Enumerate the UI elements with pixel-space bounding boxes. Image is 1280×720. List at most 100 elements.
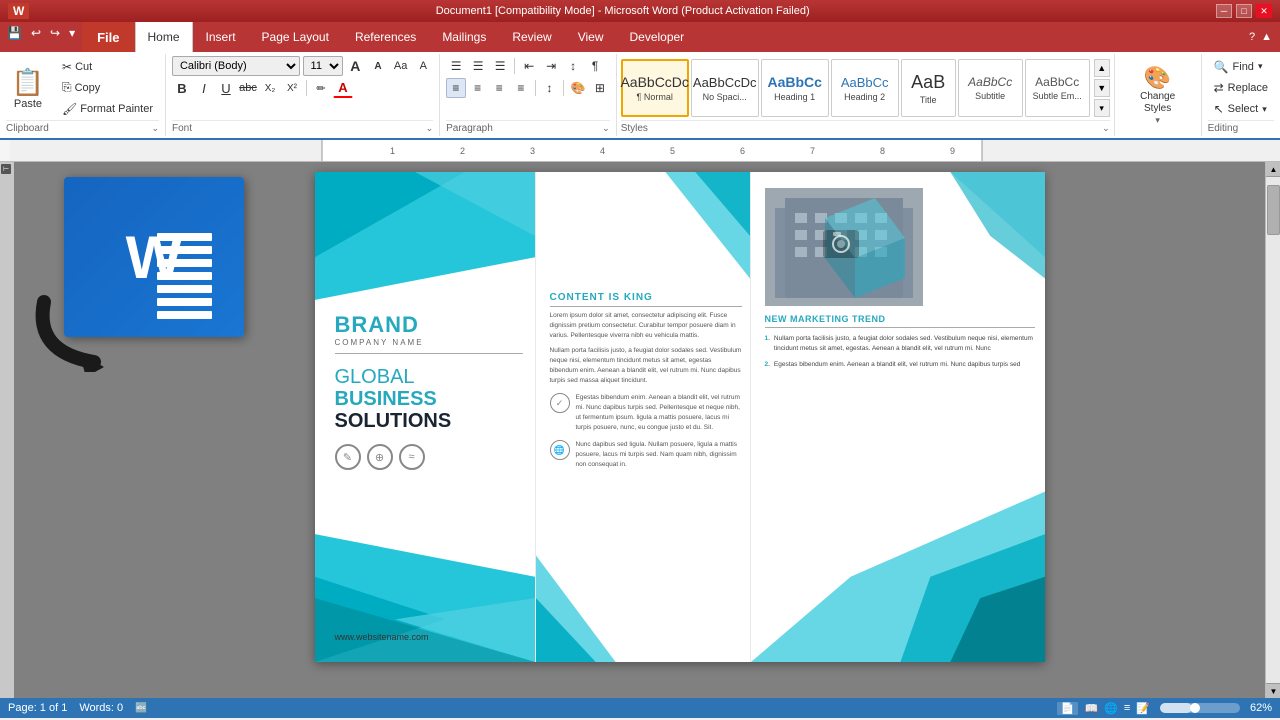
- clipboard-expand[interactable]: ⌄: [151, 123, 159, 134]
- left-panel-content: BRAND COMPANY NAME GLOBAL BUSINESS SOLUT…: [335, 312, 523, 470]
- redo-qa-button[interactable]: ↪: [47, 24, 63, 42]
- customize-qa-button[interactable]: ▾: [66, 24, 78, 42]
- scroll-up-button[interactable]: ▲: [1266, 162, 1280, 177]
- brochure-right-panel: NEW MARKETING TREND 1. Nullam porta faci…: [750, 172, 1045, 662]
- tab-view[interactable]: View: [565, 22, 617, 52]
- scroll-track[interactable]: [1266, 177, 1280, 683]
- line-spacing-button[interactable]: ↕: [540, 78, 560, 98]
- copy-button[interactable]: ⎘ Copy: [56, 78, 159, 98]
- view-outline-btn[interactable]: ≡: [1124, 702, 1130, 714]
- style-heading2[interactable]: AaBbCc Heading 2: [831, 59, 899, 117]
- style-subtitle[interactable]: AaBbCc Subtitle: [958, 59, 1023, 117]
- find-button[interactable]: 🔍 Find ▾: [1208, 57, 1274, 77]
- styles-expand[interactable]: ⌄: [1102, 123, 1110, 134]
- borders-button[interactable]: ⊞: [590, 78, 610, 98]
- style-subtle-em[interactable]: AaBbCc Subtle Em...: [1025, 59, 1090, 117]
- subscript-button[interactable]: X₂: [260, 78, 280, 98]
- styles-scroll-up[interactable]: ▲: [1094, 59, 1110, 77]
- tab-file[interactable]: File: [82, 22, 134, 52]
- tab-mailings[interactable]: Mailings: [429, 22, 499, 52]
- cut-button[interactable]: ✂ Cut: [56, 57, 159, 77]
- style-heading1[interactable]: AaBbCc Heading 1: [761, 59, 829, 117]
- margin-handle[interactable]: ⊢: [1, 164, 11, 174]
- font-grow-button[interactable]: A: [346, 56, 366, 76]
- tab-home[interactable]: Home: [135, 22, 193, 52]
- scroll-thumb[interactable]: [1267, 185, 1280, 235]
- ribbon-tabs: File Home Insert Page Layout References …: [82, 22, 1280, 52]
- social-icon-2[interactable]: ⊕: [367, 444, 393, 470]
- svg-text:8: 8: [880, 146, 885, 156]
- style-no-spacing[interactable]: AaBbCcDc No Spaci...: [691, 59, 759, 117]
- font-color-button[interactable]: A: [333, 78, 353, 98]
- mid-item-text-2: Nunc dapibus sed ligula. Nullam posuere,…: [576, 440, 742, 469]
- building-photo: [765, 188, 923, 306]
- social-icon-1[interactable]: ✎: [335, 444, 361, 470]
- maximize-button[interactable]: □: [1236, 4, 1252, 18]
- replace-button[interactable]: ⇄ Replace: [1208, 78, 1274, 98]
- tab-developer[interactable]: Developer: [616, 22, 697, 52]
- align-center-button[interactable]: ≡: [468, 78, 488, 98]
- strikethrough-button[interactable]: abc: [238, 78, 258, 98]
- font-group: Calibri (Body) 11 A A Aa A B I U abc X₂ …: [166, 54, 440, 136]
- clear-format-button[interactable]: A: [413, 56, 433, 76]
- tab-insert[interactable]: Insert: [193, 22, 249, 52]
- view-draft-btn[interactable]: 📝: [1136, 702, 1150, 715]
- styles-group: AaBbCcDc ¶ Normal AaBbCcDc No Spaci... A…: [617, 54, 1115, 136]
- text-highlight-button[interactable]: ✏: [311, 78, 331, 98]
- bullets-button[interactable]: ☰: [446, 56, 466, 76]
- editing-group: 🔍 Find ▾ ⇄ Replace ↖ Select ▾ Editing: [1202, 54, 1280, 136]
- shading-button[interactable]: 🎨: [568, 78, 588, 98]
- font-size-select[interactable]: 11: [303, 56, 343, 76]
- v-scrollbar[interactable]: ▲ ▼: [1265, 162, 1280, 698]
- styles-scroll-down[interactable]: ▼: [1094, 79, 1110, 97]
- italic-button[interactable]: I: [194, 78, 214, 98]
- styles-more[interactable]: ▾: [1094, 99, 1110, 117]
- social-icon-3[interactable]: ≈: [399, 444, 425, 470]
- paste-button[interactable]: 📋 Paste: [6, 59, 50, 117]
- minimize-button[interactable]: ─: [1216, 4, 1232, 18]
- sort-button[interactable]: ↕: [563, 56, 583, 76]
- increase-indent-button[interactable]: ⇥: [541, 56, 561, 76]
- list-item-1: 1. Nullam porta facilisis justo, a feugi…: [765, 334, 1035, 354]
- ribbon-collapse-icon[interactable]: ▲: [1261, 31, 1272, 43]
- document-area[interactable]: W: [14, 162, 1265, 698]
- show-formatting-button[interactable]: ¶: [585, 56, 605, 76]
- scroll-down-button[interactable]: ▼: [1266, 683, 1280, 698]
- mid-body-1: Lorem ipsum dolor sit amet, consectetur …: [550, 311, 742, 340]
- numbering-button[interactable]: ☰: [468, 56, 488, 76]
- tab-references[interactable]: References: [342, 22, 429, 52]
- save-qa-button[interactable]: 💾: [4, 24, 25, 42]
- align-left-button[interactable]: ≡: [446, 78, 466, 98]
- view-web-btn[interactable]: 🌐: [1104, 702, 1118, 715]
- align-right-button[interactable]: ≡: [489, 78, 509, 98]
- view-print-btn[interactable]: 📄: [1057, 702, 1079, 715]
- paragraph-expand[interactable]: ⌄: [602, 123, 610, 134]
- font-shrink-button[interactable]: A: [368, 56, 388, 76]
- underline-button[interactable]: U: [216, 78, 236, 98]
- bold-button[interactable]: B: [172, 78, 192, 98]
- style-title[interactable]: AaB Title: [901, 59, 956, 117]
- close-button[interactable]: ✕: [1256, 4, 1272, 18]
- decrease-indent-button[interactable]: ⇤: [519, 56, 539, 76]
- style-normal[interactable]: AaBbCcDc ¶ Normal: [621, 59, 689, 117]
- tab-review[interactable]: Review: [499, 22, 564, 52]
- zoom-slider[interactable]: [1160, 703, 1240, 713]
- tab-page-layout[interactable]: Page Layout: [249, 22, 342, 52]
- font-face-select[interactable]: Calibri (Body): [172, 56, 300, 76]
- change-styles-button[interactable]: 🎨 Change Styles ▾: [1119, 56, 1197, 134]
- view-full-read-btn[interactable]: 📖: [1084, 702, 1098, 715]
- font-expand[interactable]: ⌄: [426, 123, 434, 134]
- svg-text:6: 6: [740, 146, 745, 156]
- change-case-button[interactable]: Aa: [391, 56, 411, 76]
- format-painter-button[interactable]: 🖌 Format Painter: [56, 99, 159, 119]
- select-button[interactable]: ↖ Select ▾: [1208, 99, 1274, 119]
- content-is-king-heading: CONTENT IS KING: [550, 292, 742, 307]
- arrow-icon: [24, 292, 114, 377]
- undo-qa-button[interactable]: ↩: [28, 24, 44, 42]
- help-icon[interactable]: ?: [1249, 31, 1255, 43]
- superscript-button[interactable]: X²: [282, 78, 302, 98]
- styles-group-label: Styles: [621, 123, 648, 134]
- multilevel-button[interactable]: ☰: [490, 56, 510, 76]
- justify-button[interactable]: ≡: [511, 78, 531, 98]
- global-text: GLOBAL: [335, 366, 523, 388]
